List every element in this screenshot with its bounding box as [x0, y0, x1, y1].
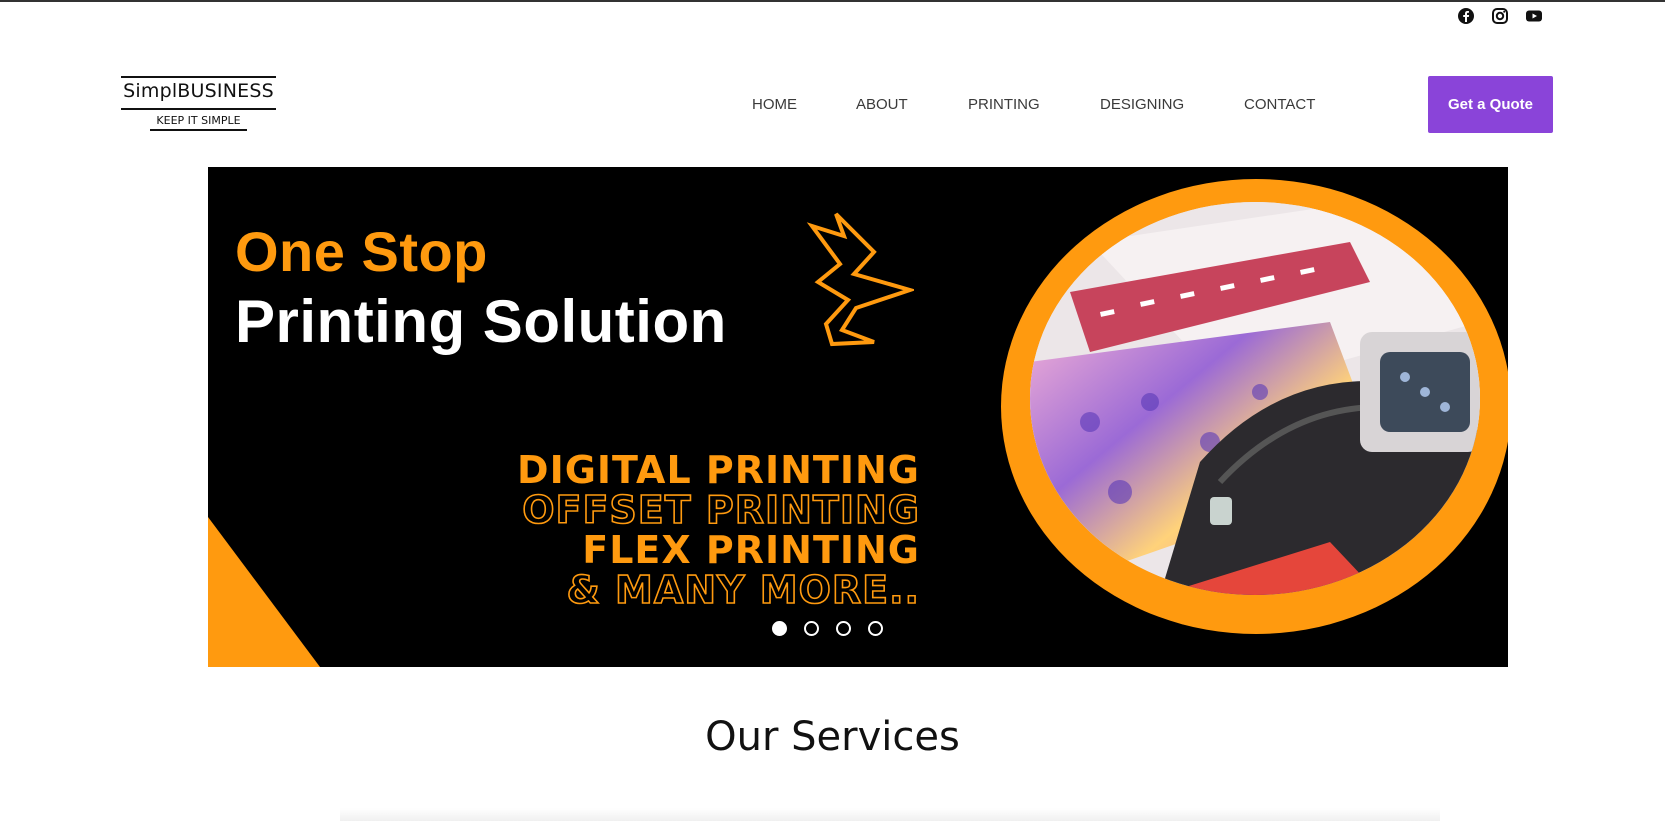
get-quote-button[interactable]: Get a Quote: [1428, 76, 1553, 133]
printer-photo: [1030, 202, 1480, 595]
service-cards-top-edge: [340, 808, 1440, 821]
logo-bottom-rule: [150, 129, 247, 131]
nav-home[interactable]: HOME: [752, 96, 797, 113]
banner-corner-accent: [208, 517, 320, 667]
instagram-icon[interactable]: [1490, 6, 1510, 26]
service-offset: OFFSET PRINTING: [521, 488, 920, 532]
service-digital: DIGITAL PRINTING: [517, 448, 920, 492]
social-links: [1456, 6, 1544, 26]
slider-pagination: [772, 621, 883, 636]
brand-tagline: KEEP IT SIMPLE: [156, 114, 241, 127]
slide-dot-4[interactable]: [868, 621, 883, 636]
section-title-services: Our Services: [705, 714, 960, 760]
slide-dot-2[interactable]: [804, 621, 819, 636]
nav-about[interactable]: ABOUT: [856, 96, 908, 113]
facebook-icon[interactable]: [1456, 6, 1476, 26]
banner-headline-line1: One Stop: [235, 220, 488, 283]
logo-top-rule: [121, 76, 276, 78]
nav-printing[interactable]: PRINTING: [968, 96, 1040, 113]
hero-banner[interactable]: One Stop Printing Solution DIGITAL PRINT…: [208, 167, 1508, 667]
slide-dot-1[interactable]: [772, 621, 787, 636]
nav-contact[interactable]: CONTACT: [1244, 96, 1315, 113]
logo-middle-rule: [121, 108, 276, 110]
brand-name: SimplBUSINESS: [123, 80, 274, 102]
banner-headline-line2: Printing Solution: [235, 288, 727, 355]
top-border: [0, 0, 1665, 2]
crown-doodle-icon: [806, 212, 914, 347]
nav-designing[interactable]: DESIGNING: [1100, 96, 1184, 113]
banner-services-list: DIGITAL PRINTING OFFSET PRINTING FLEX PR…: [517, 448, 920, 612]
brand-logo[interactable]: SimplBUSINESS KEEP IT SIMPLE: [116, 74, 281, 131]
slide-dot-3[interactable]: [836, 621, 851, 636]
service-more: & MANY MORE..: [566, 568, 920, 612]
service-flex: FLEX PRINTING: [582, 528, 920, 572]
youtube-icon[interactable]: [1524, 6, 1544, 26]
